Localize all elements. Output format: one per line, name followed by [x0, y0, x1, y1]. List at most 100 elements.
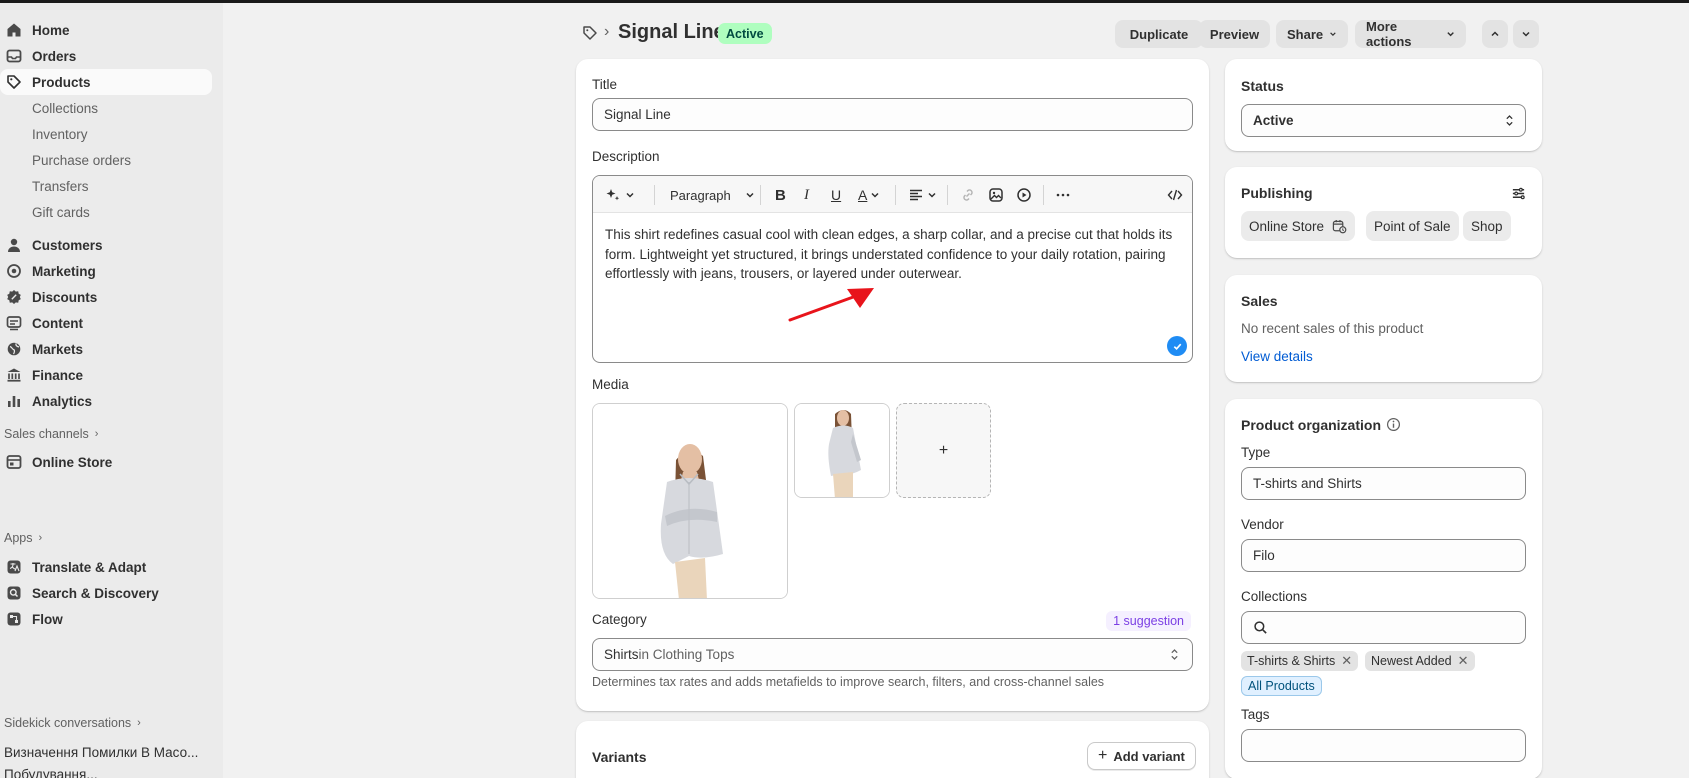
- sidebar-item-translate-adapt[interactable]: Translate & Adapt: [0, 554, 212, 580]
- insert-video-button[interactable]: [1016, 185, 1032, 205]
- sidekick-conversation-item[interactable]: Визначення Помилки В Масо...: [4, 741, 198, 763]
- sidebar-item-label: Marketing: [32, 263, 96, 279]
- bold-button[interactable]: B: [775, 185, 786, 205]
- sidebar-item-orders[interactable]: Orders: [0, 43, 212, 69]
- page-title: Signal Line: [618, 21, 725, 43]
- sidebar-item-finance[interactable]: Finance: [0, 362, 212, 388]
- bank-icon: [4, 365, 24, 385]
- select-arrows-icon: [1171, 649, 1178, 660]
- sidebar-item-search-discovery[interactable]: Search & Discovery: [0, 580, 212, 606]
- show-html-button[interactable]: [1167, 185, 1183, 205]
- checkmark-icon: [1173, 343, 1181, 350]
- media-image-main[interactable]: [592, 403, 788, 599]
- channel-chip-point-of-sale[interactable]: Point of Sale: [1366, 211, 1459, 241]
- sidebar-item-flow[interactable]: Flow: [0, 606, 212, 632]
- ai-magic-button[interactable]: [605, 185, 635, 205]
- discount-icon: [4, 287, 24, 307]
- sidekick-conversation-item[interactable]: Побудування...: [4, 767, 98, 778]
- view-details-link[interactable]: View details: [1241, 349, 1313, 364]
- home-icon: [4, 20, 24, 40]
- sidebar-item-label: Translate & Adapt: [32, 559, 147, 575]
- sales-title: Sales: [1241, 293, 1278, 309]
- collections-search-input[interactable]: [1241, 611, 1526, 644]
- sidebar-item-analytics[interactable]: Analytics: [0, 388, 212, 414]
- add-variant-button[interactable]: + Add variant: [1087, 742, 1196, 770]
- globe-icon: [4, 339, 24, 359]
- sidebar-item-discounts[interactable]: Discounts: [0, 284, 212, 310]
- collection-tag[interactable]: Newest Added ✕: [1365, 651, 1475, 671]
- description-editor[interactable]: Paragraph B I U A This shirt redefines c…: [592, 175, 1193, 363]
- insert-image-button[interactable]: [988, 185, 1004, 205]
- sidebar-item-label: Orders: [32, 48, 77, 64]
- insert-link-button[interactable]: [960, 185, 976, 205]
- sidebar-item-content[interactable]: Content: [0, 310, 212, 336]
- remove-icon[interactable]: ✕: [1341, 653, 1352, 669]
- type-input[interactable]: T-shirts and Shirts: [1241, 467, 1526, 500]
- align-left-icon: [910, 189, 922, 201]
- sidebar-item-gift-cards[interactable]: Gift cards: [32, 200, 90, 224]
- store-icon: [4, 452, 24, 472]
- vendor-input[interactable]: Filo: [1241, 539, 1526, 572]
- sidebar-item-purchase-orders[interactable]: Purchase orders: [32, 148, 131, 172]
- image-icon: [989, 188, 1003, 202]
- variants-card: Variants + Add variant: [576, 721, 1209, 778]
- category-select[interactable]: Shirts in Clothing Tops: [592, 638, 1193, 671]
- italic-icon: I: [804, 186, 809, 203]
- sidebar-item-customers[interactable]: Customers: [0, 232, 212, 258]
- remove-icon[interactable]: ✕: [1458, 653, 1469, 669]
- grammar-check-badge[interactable]: [1167, 336, 1187, 356]
- chevron-up-icon: [1491, 31, 1499, 37]
- sidebar-item-home[interactable]: Home: [0, 17, 212, 43]
- status-select[interactable]: Active: [1241, 104, 1526, 137]
- underline-button[interactable]: U: [831, 185, 841, 205]
- underline-icon: U: [831, 187, 842, 203]
- tags-input[interactable]: [1241, 729, 1526, 762]
- sidebar-item-products[interactable]: Products: [0, 69, 212, 95]
- chevron-down-icon: [746, 192, 754, 198]
- title-input[interactable]: Signal Line: [592, 98, 1193, 131]
- product-organization-title: Product organization: [1241, 417, 1381, 433]
- previous-product-button[interactable]: [1482, 20, 1508, 48]
- tags-label: Tags: [1241, 707, 1270, 722]
- select-arrows-icon: [1506, 115, 1513, 126]
- toolbar-divider: [947, 185, 948, 205]
- page-header: › Signal Line Active Duplicate Preview S…: [576, 16, 1542, 50]
- add-media-button[interactable]: +: [896, 403, 991, 498]
- tag-icon[interactable]: [582, 25, 598, 41]
- channel-chip-online-store[interactable]: Online Store: [1241, 211, 1356, 241]
- apps-header[interactable]: Apps ›: [4, 528, 42, 548]
- text-color-button[interactable]: A: [858, 185, 880, 205]
- sidebar-item-online-store[interactable]: Online Store: [0, 449, 212, 475]
- italic-button[interactable]: I: [804, 185, 809, 205]
- toolbar-divider: [760, 185, 761, 205]
- sidebar-item-collections[interactable]: Collections: [32, 96, 98, 120]
- breadcrumb-separator: ›: [604, 23, 610, 40]
- preview-button[interactable]: Preview: [1199, 20, 1270, 48]
- more-actions-button[interactable]: More actions: [1355, 19, 1466, 49]
- target-icon: [4, 261, 24, 281]
- collection-tag[interactable]: T-shirts & Shirts ✕: [1241, 651, 1359, 671]
- media-image-thumbnail[interactable]: [794, 403, 890, 498]
- share-button[interactable]: Share: [1276, 20, 1348, 48]
- sidekick-conversations-header[interactable]: Sidekick conversations ›: [4, 713, 141, 733]
- sales-card: Sales No recent sales of this product Vi…: [1225, 275, 1542, 382]
- editor-toolbar: Paragraph B I U A: [593, 176, 1192, 213]
- more-formatting-button[interactable]: [1055, 185, 1071, 205]
- next-product-button[interactable]: [1513, 20, 1539, 48]
- sliders-icon[interactable]: [1511, 186, 1526, 201]
- channel-chip-shop[interactable]: Shop: [1463, 211, 1511, 241]
- sales-channels-header[interactable]: Sales channels ›: [4, 424, 98, 444]
- duplicate-button[interactable]: Duplicate: [1115, 20, 1203, 48]
- description-text[interactable]: This shirt redefines casual cool with cl…: [605, 225, 1183, 284]
- paragraph-style-select[interactable]: Paragraph: [670, 185, 755, 205]
- sidebar-item-marketing[interactable]: Marketing: [0, 258, 212, 284]
- sidebar-item-markets[interactable]: Markets: [0, 336, 212, 362]
- sidebar-item-label: Markets: [32, 341, 84, 357]
- info-icon[interactable]: [1386, 417, 1401, 432]
- suggested-collection-tag[interactable]: All Products: [1241, 676, 1322, 696]
- sidebar-item-transfers[interactable]: Transfers: [32, 174, 89, 198]
- orders-icon: [4, 46, 24, 66]
- sidebar-item-inventory[interactable]: Inventory: [32, 122, 88, 146]
- category-suggestion-badge[interactable]: 1 suggestion: [1106, 611, 1191, 631]
- align-button[interactable]: [908, 185, 937, 205]
